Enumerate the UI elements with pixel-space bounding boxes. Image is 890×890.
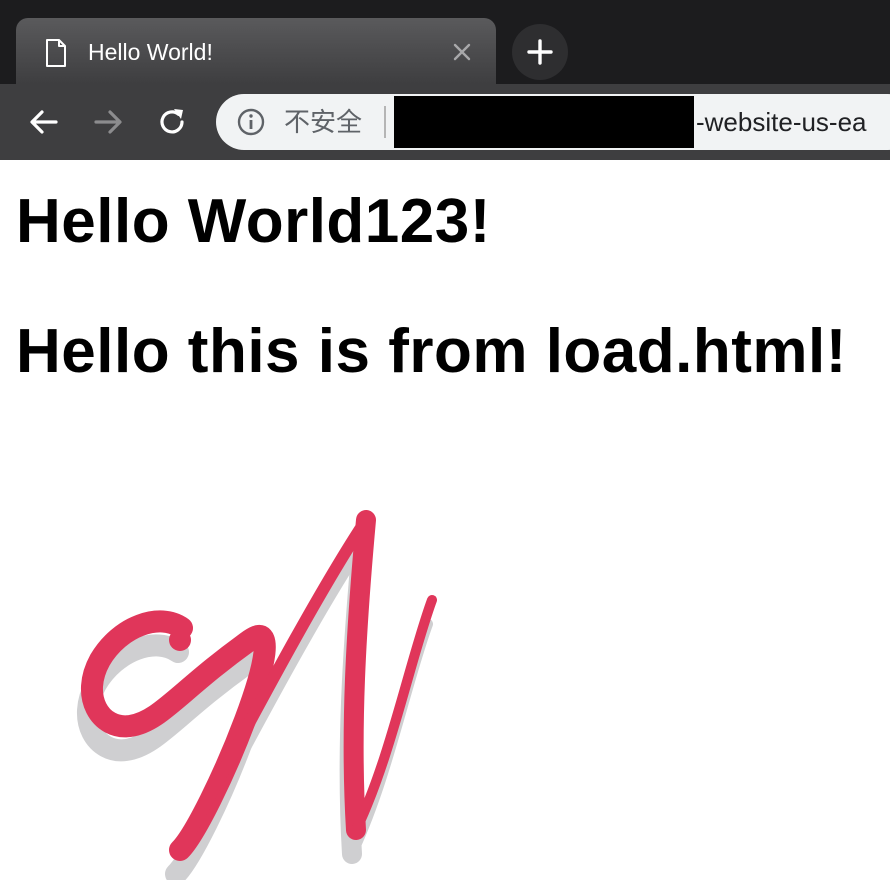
omnibox-divider — [384, 106, 386, 138]
page-icon — [46, 39, 66, 67]
heading-hello-world: Hello World123! — [16, 187, 491, 256]
logo-curl-tip — [169, 629, 191, 651]
reload-button[interactable] — [154, 104, 190, 140]
security-label[interactable]: 不安全 — [284, 108, 362, 138]
new-tab-button[interactable] — [512, 24, 568, 80]
address-bar[interactable]: 不安全 -website-us-ea — [216, 94, 890, 150]
forward-button[interactable] — [90, 104, 126, 140]
tab-strip: Hello World! — [0, 0, 890, 84]
heading-load-html: Hello this is from load.html! — [16, 317, 847, 386]
info-icon[interactable] — [236, 107, 266, 137]
plus-icon — [527, 39, 553, 65]
back-button[interactable] — [26, 104, 62, 140]
close-icon[interactable] — [450, 40, 474, 64]
page-content: Hello World123! Hello this is from load.… — [0, 160, 890, 890]
logo-letter — [80, 510, 437, 861]
url-text[interactable]: -website-us-ea — [696, 106, 867, 138]
browser-tab[interactable]: Hello World! — [16, 18, 496, 84]
redacted-url-block — [394, 96, 694, 148]
tab-title: Hello World! — [88, 39, 213, 65]
browser-toolbar: 不安全 -website-us-ea — [0, 84, 890, 244]
w-script-logo — [76, 510, 437, 880]
